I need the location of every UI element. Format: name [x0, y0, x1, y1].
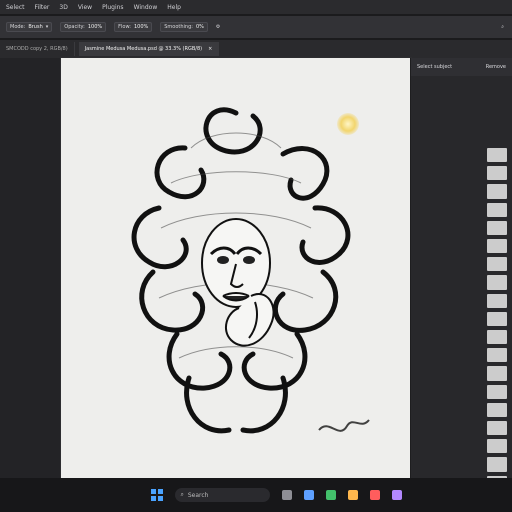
app-icon-6[interactable]	[391, 490, 402, 500]
flow-chip[interactable]: Flow: 100%	[114, 22, 153, 32]
gear-icon[interactable]: ⚙	[216, 24, 220, 30]
thumbnail[interactable]	[487, 148, 507, 163]
thumbnail[interactable]	[487, 439, 507, 454]
opacity-chip[interactable]: Opacity: 100%	[60, 22, 107, 32]
menu-bar: Select Filter 3D View Plugins Window Hel…	[0, 0, 512, 14]
mode-label: Mode:	[10, 24, 26, 30]
tool-options-bar: Mode: Brush ▾ Opacity: 100% Flow: 100% S…	[0, 16, 512, 38]
thumbnail[interactable]	[487, 202, 507, 217]
thumbnail[interactable]	[487, 457, 507, 472]
tab-label: Jasmine Medusa Medusa.psd @ 33.3% (RGB/8…	[84, 46, 203, 52]
search-icon: ⌕	[180, 491, 184, 498]
thumbnail[interactable]	[487, 366, 507, 381]
menu-item-plugins[interactable]: Plugins	[102, 4, 124, 11]
tab-label: SMCODD copy 2, RGB/8)	[6, 46, 68, 52]
thumbnail[interactable]	[487, 257, 507, 272]
thumbnail[interactable]	[487, 220, 507, 235]
select-subject-button[interactable]: Select subject	[417, 64, 452, 70]
document-tabs: SMCODD copy 2, RGB/8) Jasmine Medusa Med…	[0, 40, 512, 58]
smoothing-chip[interactable]: Smoothing: 0%	[160, 22, 208, 32]
thumbnail[interactable]	[487, 348, 507, 363]
panel-header: Select subject Remove	[411, 58, 512, 76]
light-glare	[337, 113, 359, 135]
thumbnail[interactable]	[487, 293, 507, 308]
menu-item-help[interactable]: Help	[167, 4, 181, 11]
app-icon-3[interactable]	[325, 490, 336, 500]
smoothing-label: Smoothing:	[164, 24, 193, 30]
flow-label: Flow:	[118, 24, 131, 30]
smoothing-value: 0%	[195, 24, 204, 30]
thumbnail[interactable]	[487, 402, 507, 417]
menu-item-view[interactable]: View	[78, 4, 92, 11]
thumbnail[interactable]	[487, 384, 507, 399]
app-icon-4[interactable]	[347, 490, 358, 500]
flow-value: 100%	[133, 24, 149, 30]
chevron-down-icon: ▾	[45, 24, 49, 30]
opacity-label: Opacity:	[64, 24, 85, 30]
thumbnail[interactable]	[487, 311, 507, 326]
mode-chip[interactable]: Mode: Brush ▾	[6, 22, 53, 32]
panel-thumbnails	[487, 148, 507, 508]
right-panel: Select subject Remove	[410, 58, 512, 508]
windows-start-icon[interactable]	[150, 489, 163, 501]
taskbar-search[interactable]: ⌕ Search	[174, 488, 270, 502]
thumbnail[interactable]	[487, 184, 507, 199]
mode-value: Brush	[28, 24, 43, 30]
thumbnail[interactable]	[487, 420, 507, 436]
tab-secondary[interactable]: SMCODD copy 2, RGB/8)	[0, 42, 75, 56]
menu-item-window[interactable]: Window	[134, 4, 158, 11]
opacity-value: 100%	[87, 24, 103, 30]
search-placeholder: Search	[187, 491, 209, 499]
menu-item-select[interactable]: Select	[6, 4, 25, 11]
thumbnail[interactable]	[487, 238, 507, 254]
search-icon[interactable]: ⌕	[501, 24, 504, 30]
menu-item-3d[interactable]: 3D	[59, 4, 67, 11]
os-taskbar: ⌕ Search	[0, 478, 512, 512]
menu-item-filter[interactable]: Filter	[35, 4, 50, 11]
close-icon[interactable]: ×	[208, 46, 212, 52]
thumbnail[interactable]	[487, 275, 507, 290]
thumbnail[interactable]	[487, 329, 507, 345]
app-icon-5[interactable]	[369, 490, 380, 500]
thumbnail[interactable]	[487, 166, 507, 181]
tab-active[interactable]: Jasmine Medusa Medusa.psd @ 33.3% (RGB/8…	[78, 42, 220, 56]
remove-button[interactable]: Remove	[486, 64, 506, 70]
app-icon-1[interactable]	[281, 490, 292, 500]
app-icon-2[interactable]	[303, 490, 314, 500]
